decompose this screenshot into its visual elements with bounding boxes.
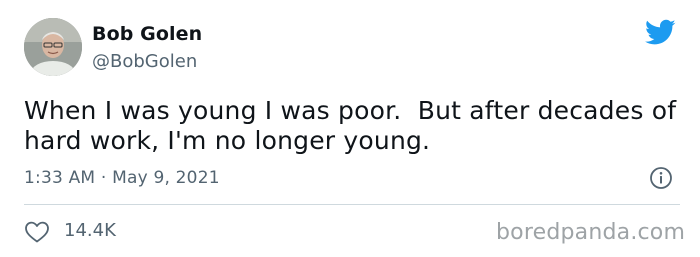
twitter-bird-icon[interactable] bbox=[645, 19, 676, 46]
heart-icon[interactable] bbox=[24, 220, 50, 244]
tweet-card: Bob Golen @BobGolen When I was young I w… bbox=[0, 0, 700, 257]
tweet-date: May 9, 2021 bbox=[112, 168, 220, 188]
avatar-image bbox=[24, 18, 82, 76]
watermark: boredpanda.com bbox=[496, 220, 686, 245]
tweet-text: When I was young I was poor. But after d… bbox=[24, 96, 684, 156]
tweet-text-line: When I was young I was poor. But after d… bbox=[24, 96, 677, 125]
divider bbox=[24, 204, 680, 205]
info-icon[interactable] bbox=[649, 166, 673, 190]
avatar[interactable] bbox=[24, 18, 82, 76]
tweet-timestamp[interactable]: 1:33 AM · May 9, 2021 bbox=[24, 168, 220, 188]
tweet-time: 1:33 AM bbox=[24, 168, 96, 188]
like-count: 14.4K bbox=[64, 220, 116, 241]
author-display-name[interactable]: Bob Golen bbox=[92, 23, 202, 45]
tweet-text-line: hard work, I'm no longer young. bbox=[24, 126, 431, 155]
meta-separator: · bbox=[95, 168, 113, 188]
author-handle[interactable]: @BobGolen bbox=[92, 51, 197, 72]
